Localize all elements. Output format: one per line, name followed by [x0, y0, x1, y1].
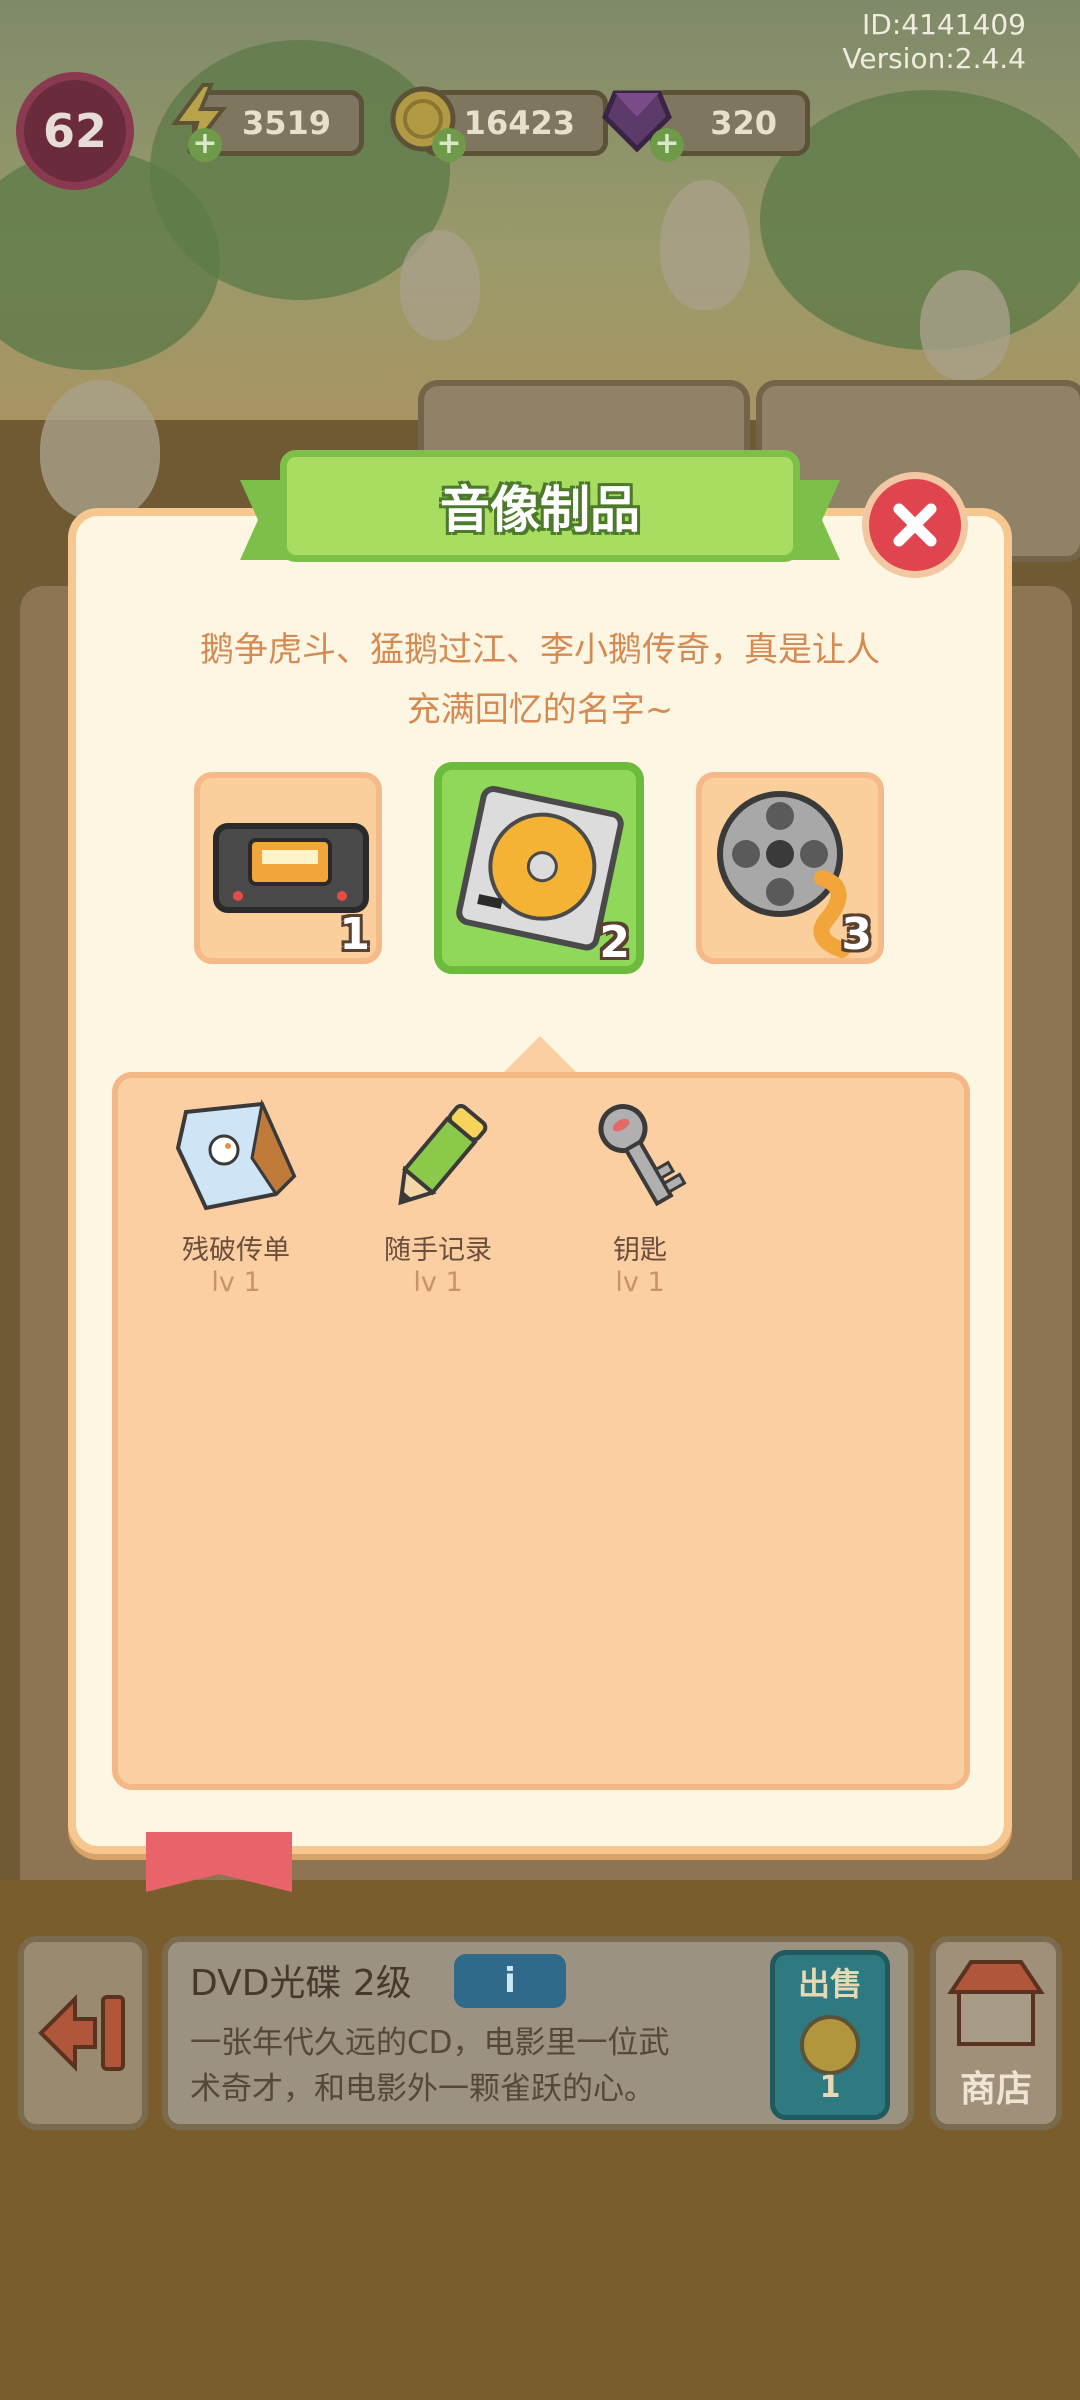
description-line: 鹅争虎斗、猛鹅过江、李小鹅传奇，真是让人	[200, 630, 880, 670]
lightning-icon: +	[160, 80, 238, 162]
coin-value: 16423	[463, 104, 575, 142]
player-level: 62	[42, 104, 107, 158]
tier-number: 3	[841, 909, 872, 960]
drop-item-level: lv 1	[615, 1267, 665, 1298]
energy-value: 3519	[241, 104, 331, 142]
sell-button[interactable]: 出售 1	[770, 1950, 890, 2120]
drop-item-name: 钥匙	[613, 1235, 667, 1266]
title-plate: 音像制品	[280, 450, 800, 562]
player-level-badge[interactable]: 62	[16, 72, 134, 190]
drop-item-level: lv 1	[211, 1267, 261, 1298]
add-energy-icon[interactable]: +	[188, 128, 222, 162]
drop-item-pencil[interactable]: 随手记录 lv 1	[348, 1098, 528, 1298]
sell-price: 1	[820, 2070, 841, 2105]
close-icon	[893, 503, 937, 547]
key-icon	[598, 1104, 687, 1207]
description-line: 术奇才，和电影外一颗雀跃的心。	[190, 2071, 655, 2107]
coin-icon: +	[384, 80, 466, 162]
duck-figure	[400, 230, 480, 340]
tier-item-2[interactable]: 2	[434, 762, 644, 974]
exit-arrow-icon	[38, 1994, 125, 2072]
drop-item-name: 残破传单	[182, 1235, 290, 1266]
dialog-description: 鹅争虎斗、猛鹅过江、李小鹅传奇，真是让人 充满回忆的名字~	[140, 620, 940, 740]
shop-stall-icon	[947, 1960, 1045, 2046]
description-line: 一张年代久远的CD，电影里一位武	[190, 2025, 670, 2061]
gem-value: 320	[710, 104, 777, 142]
shop-button[interactable]: 商店	[930, 1936, 1062, 2130]
torn-flyer-icon	[175, 1098, 297, 1211]
player-id: ID:4141409	[862, 8, 1026, 41]
tier-item-3[interactable]: 3	[696, 772, 884, 964]
close-button[interactable]	[862, 472, 968, 578]
description-line: 充满回忆的名字~	[406, 690, 674, 730]
tier-number: 1	[339, 909, 370, 960]
drop-item-name: 随手记录	[384, 1235, 492, 1266]
sell-label: 出售	[797, 1965, 862, 2003]
drop-item-level: lv 1	[413, 1267, 463, 1298]
selected-item-title: DVD光碟 2级	[190, 1963, 412, 2004]
add-gems-icon[interactable]: +	[650, 128, 684, 162]
add-coins-icon[interactable]: +	[432, 128, 466, 162]
version-label: Version:2.4.4	[842, 42, 1026, 75]
tier-item-1[interactable]: 1	[194, 772, 382, 964]
duck-figure	[40, 380, 160, 520]
coin-icon: 1	[800, 2015, 860, 2105]
drop-item-key[interactable]: 钥匙 lv 1	[550, 1098, 730, 1298]
exit-button[interactable]	[18, 1936, 148, 2130]
build-info: ID:4141409 Version:2.4.4	[842, 8, 1026, 76]
dialog-title: 音像制品	[440, 481, 640, 539]
drop-item-flyer[interactable]: 残破传单 lv 1	[146, 1098, 326, 1298]
info-button[interactable]: i	[454, 1954, 566, 2008]
shop-label: 商店	[959, 2069, 1032, 2110]
duck-figure	[920, 270, 1010, 380]
pencil-icon	[398, 1103, 488, 1206]
selected-item-description: 一张年代久远的CD，电影里一位武 术奇才，和电影外一颗雀跃的心。	[190, 2020, 750, 2112]
dialog-title-banner: 音像制品	[240, 450, 840, 580]
tier-number: 2	[599, 917, 630, 968]
gem-icon: +	[598, 80, 684, 162]
duck-figure	[660, 180, 750, 310]
